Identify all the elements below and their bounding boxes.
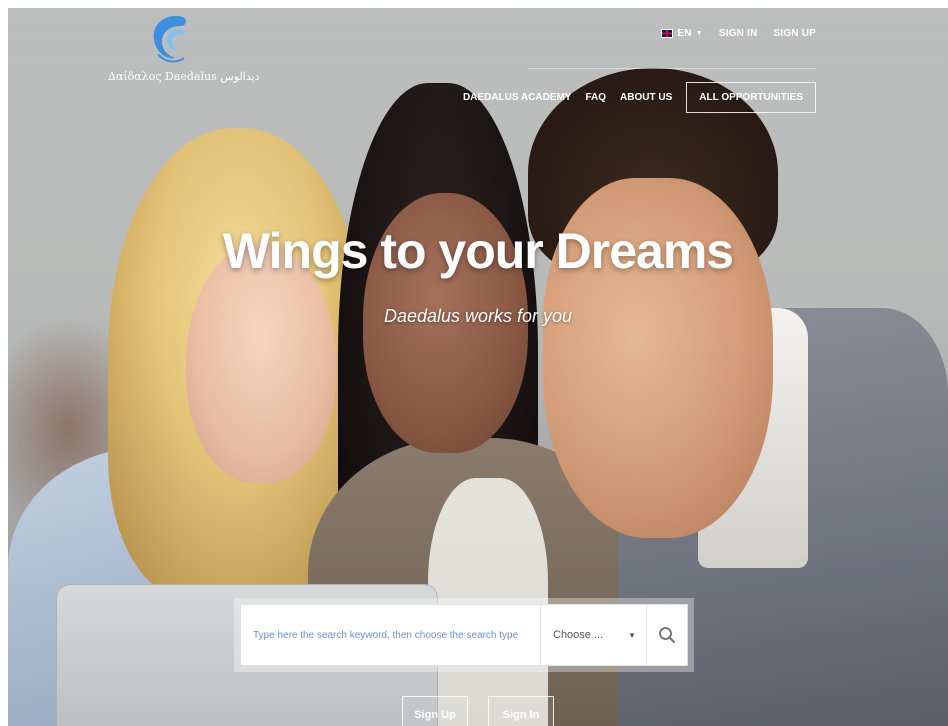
- brand-logo[interactable]: Δαίδαλος Daedalus ديدالوس: [108, 10, 259, 90]
- hero-subtitle: Daedalus works for you: [383, 306, 573, 326]
- search-bar: Choose ... ▼: [240, 604, 688, 666]
- header-divider: [528, 68, 816, 69]
- sign-in-button[interactable]: Sign In: [488, 696, 554, 726]
- cta-row: Sign Up Sign In: [8, 696, 948, 726]
- chevron-down-icon: ▼: [628, 630, 636, 640]
- main-nav: DAEDALUS ACADEMY FAQ ABOUT US ALL OPPORT…: [463, 82, 816, 113]
- nav-item-daedalus-academy[interactable]: DAEDALUS ACADEMY: [463, 92, 572, 103]
- chevron-down-icon: ▼: [695, 30, 703, 37]
- hero-title: Wings to your Dreams: [222, 223, 734, 279]
- search-type-select[interactable]: Choose ... ▼: [540, 605, 646, 665]
- sign-up-link[interactable]: SIGN UP: [773, 28, 816, 39]
- search-icon: [659, 627, 676, 644]
- language-selector[interactable]: EN ▼: [661, 28, 703, 39]
- search-button[interactable]: [646, 605, 687, 665]
- wing-logo-icon: [153, 16, 186, 63]
- page: Δαίδαλος Daedalus ديدالوس EN ▼ SIGN IN S…: [8, 8, 948, 726]
- nav-item-about-us[interactable]: ABOUT US: [620, 92, 672, 103]
- search-type-value: Choose ...: [553, 629, 604, 641]
- search-input[interactable]: [241, 605, 540, 665]
- all-opportunities-button[interactable]: ALL OPPORTUNITIES: [686, 82, 816, 113]
- uk-flag-icon: [661, 29, 674, 38]
- nav-item-faq[interactable]: FAQ: [585, 92, 606, 103]
- brand-logo-text: Δαίδαλος Daedalus ديدالوس: [108, 70, 260, 83]
- top-utility-bar: EN ▼ SIGN IN SIGN UP: [661, 28, 816, 39]
- sign-in-link[interactable]: SIGN IN: [719, 28, 758, 39]
- language-label: EN: [677, 28, 692, 39]
- sign-up-button[interactable]: Sign Up: [402, 696, 468, 726]
